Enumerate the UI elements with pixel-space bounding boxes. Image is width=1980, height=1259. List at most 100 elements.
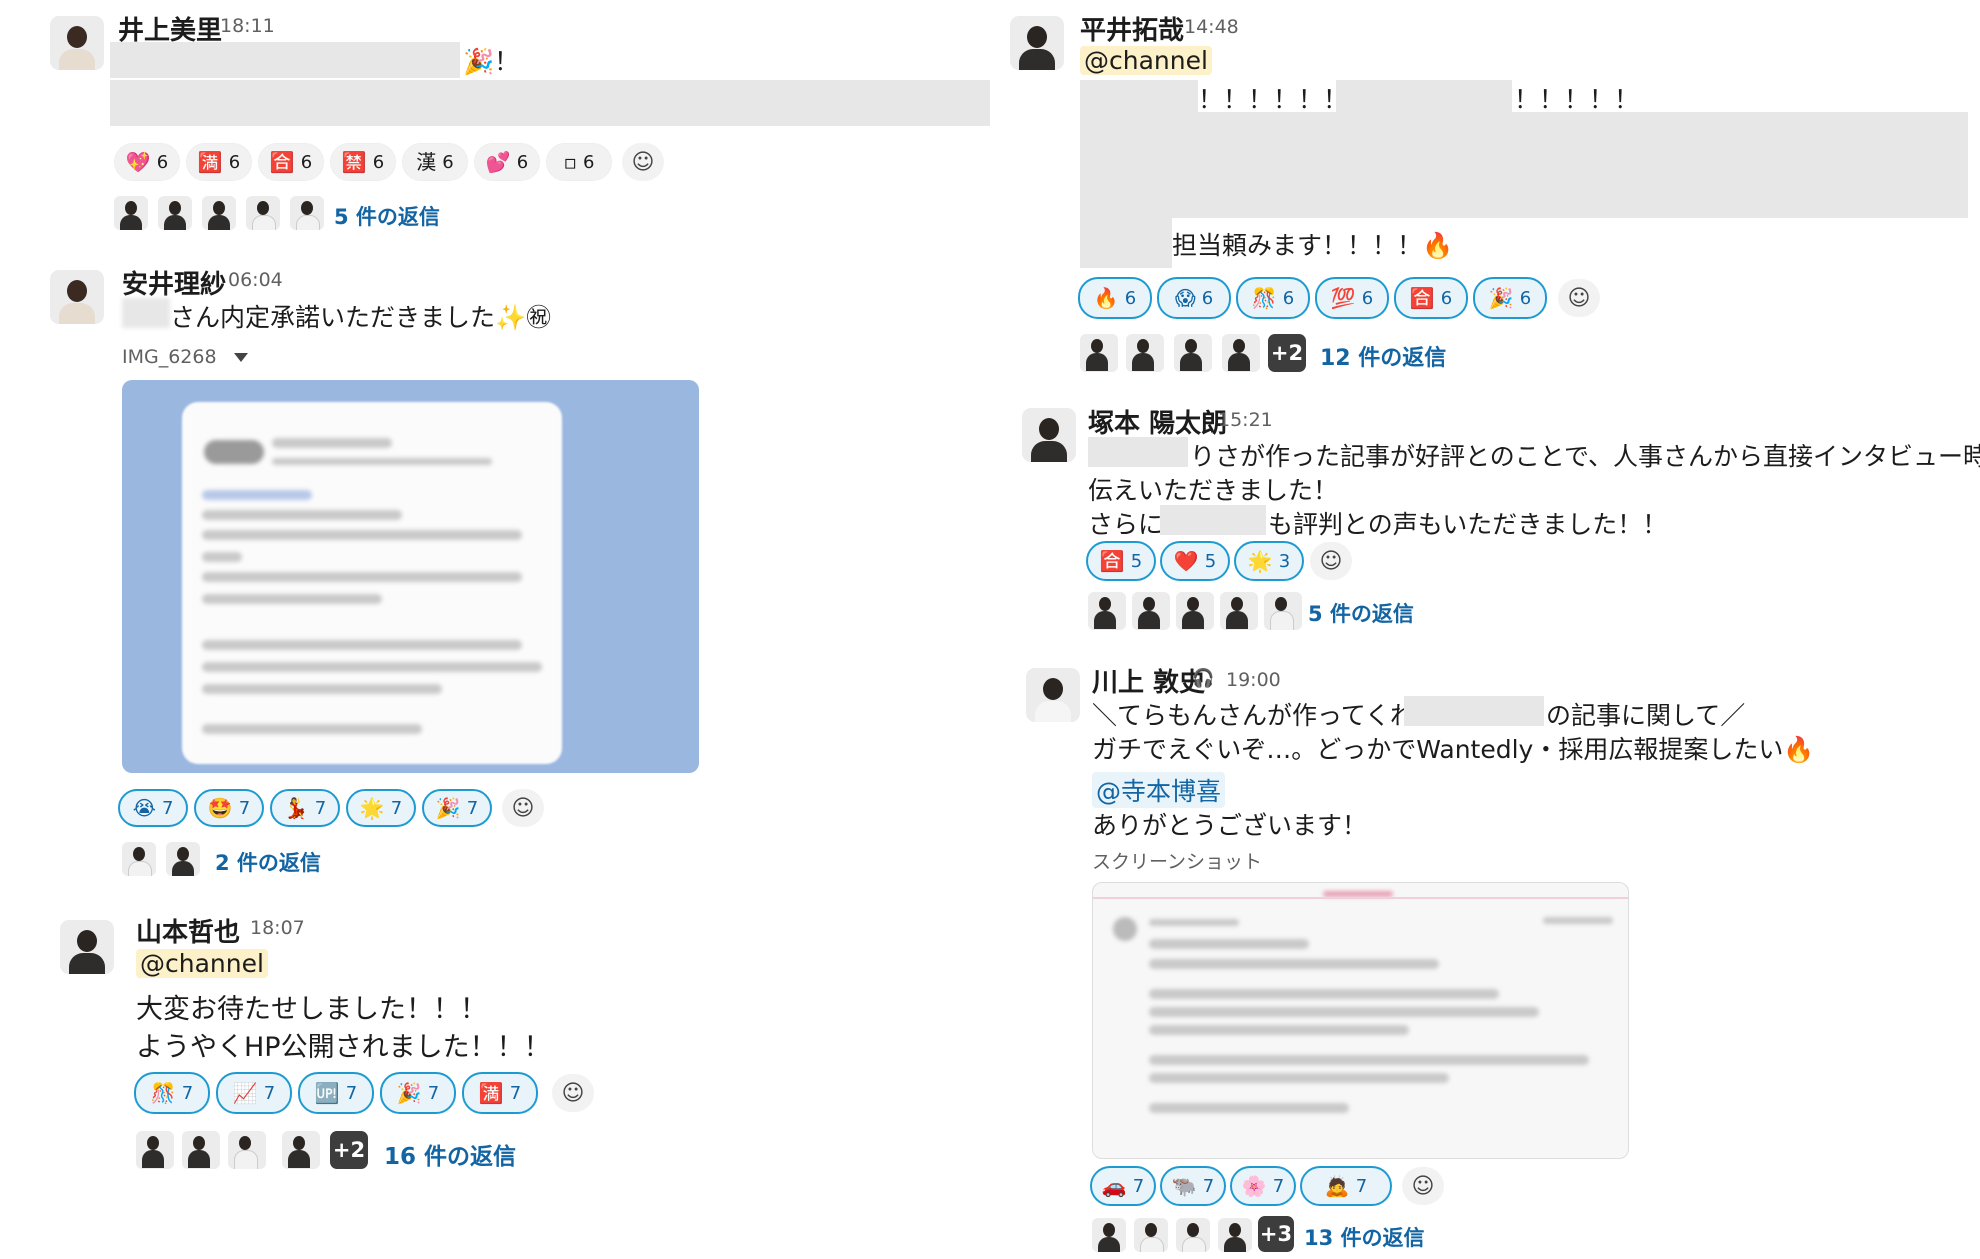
message-text: 大変お待たせしました！！！ — [136, 994, 487, 1025]
message-text: 🎉！ — [463, 47, 520, 76]
reaction[interactable]: 🈵 6 — [186, 143, 252, 181]
avatar[interactable] — [1010, 16, 1064, 70]
timestamp[interactable]: 06:04 — [228, 269, 283, 291]
reply-avatar — [1176, 1218, 1210, 1252]
author-name[interactable]: 川上 敦史 — [1092, 662, 1205, 699]
reply-avatar — [1174, 334, 1212, 372]
redacted-text — [1088, 437, 1188, 467]
author-name[interactable]: 塚本 陽太朗 — [1088, 403, 1227, 440]
redacted-text — [122, 298, 170, 328]
reaction[interactable]: 🎊 6 — [1236, 277, 1310, 319]
reaction[interactable]: 🙇 7 — [1300, 1166, 1392, 1206]
attachment-image[interactable] — [1092, 882, 1629, 1159]
avatar[interactable] — [50, 270, 104, 324]
add-reaction-icon[interactable]: ☺ — [1558, 279, 1600, 317]
add-reaction-icon[interactable]: ☺ — [622, 143, 664, 181]
chevron-down-icon[interactable] — [234, 353, 248, 362]
message-text: ようやくHP公開されました！！！ — [136, 1032, 551, 1063]
timestamp[interactable]: 18:07 — [250, 917, 305, 939]
avatar[interactable] — [50, 16, 104, 70]
reaction[interactable]: 🆙 7 — [298, 1072, 374, 1114]
avatar[interactable] — [60, 920, 114, 974]
reaction[interactable]: 🎊 7 — [134, 1072, 210, 1114]
reaction[interactable]: 🌟 3 — [1234, 541, 1304, 581]
reaction[interactable]: 😭 7 — [118, 789, 188, 827]
timestamp[interactable]: 15:21 — [1218, 409, 1273, 431]
reaction[interactable]: 🌸 7 — [1230, 1166, 1296, 1206]
reaction[interactable]: 🈴 6 — [258, 143, 324, 181]
thread-replies-link[interactable]: 16 件の返信 — [384, 1137, 516, 1171]
reaction[interactable]: 🈴 5 — [1086, 541, 1156, 581]
redacted-text — [1080, 112, 1968, 218]
message-text: ＼てらもんさんが作ってくれた — [1092, 701, 1441, 730]
message-text: ！！！！！！ — [1198, 85, 1349, 114]
redacted-text — [1336, 80, 1512, 112]
attachment-filename[interactable]: スクリーンショット — [1092, 847, 1262, 874]
reaction[interactable]: ❤️ 5 — [1160, 541, 1230, 581]
reply-avatar — [182, 1131, 220, 1169]
reaction[interactable]: 🎉 6 — [1473, 277, 1547, 319]
message-text: さらに — [1088, 510, 1164, 539]
add-reaction-icon[interactable]: ☺ — [502, 789, 544, 827]
add-reaction-icon[interactable]: ☺ — [552, 1074, 594, 1112]
reaction[interactable]: 🎉 7 — [380, 1072, 456, 1114]
reaction[interactable]: 🐃 7 — [1160, 1166, 1226, 1206]
reaction[interactable]: 漢6 — [402, 143, 468, 181]
add-reaction-icon[interactable]: ☺ — [1402, 1167, 1444, 1205]
reaction[interactable]: 🎉 7 — [422, 789, 492, 827]
channel-mention[interactable]: @channel — [1080, 46, 1212, 75]
thread-replies-link[interactable]: 12 件の返信 — [1320, 340, 1446, 372]
redacted-text — [1080, 218, 1172, 268]
reaction[interactable]: 💖 6 — [114, 143, 180, 181]
reply-avatar — [1092, 1218, 1126, 1252]
reaction[interactable]: ▫ 6 — [546, 143, 612, 181]
reaction[interactable]: 🈴 6 — [1394, 277, 1468, 319]
author-name[interactable]: 平井拓哉 — [1080, 10, 1184, 47]
reaction[interactable]: 💯 6 — [1315, 277, 1389, 319]
timestamp[interactable]: 14:48 — [1184, 16, 1239, 38]
reaction[interactable]: 🔥 6 — [1078, 277, 1152, 319]
author-name[interactable]: 安井理紗 — [122, 264, 226, 301]
reply-avatar — [290, 196, 324, 230]
avatar[interactable] — [1022, 408, 1076, 462]
add-reaction-icon[interactable]: ☺ — [1310, 542, 1352, 580]
message-text: 伝えいただきました！ — [1088, 476, 1339, 505]
reaction[interactable]: 🈵 7 — [462, 1072, 538, 1114]
reply-avatar — [1176, 592, 1214, 630]
redacted-text — [110, 42, 460, 78]
reaction[interactable]: 💃 7 — [270, 789, 340, 827]
reaction[interactable]: 🚗 7 — [1090, 1166, 1156, 1206]
message-text: 担当頼みます！！！！🔥 — [1172, 231, 1454, 260]
timestamp[interactable]: 19:00 — [1226, 669, 1281, 691]
reaction[interactable]: 😱 6 — [1157, 277, 1231, 319]
reaction[interactable]: 🤩 7 — [194, 789, 264, 827]
timestamp[interactable]: 18:11 — [220, 15, 275, 37]
reaction[interactable]: 🌟 7 — [346, 789, 416, 827]
redacted-text — [1080, 80, 1198, 112]
thread-replies-link[interactable]: 2 件の返信 — [215, 847, 321, 877]
reply-avatar — [1264, 592, 1302, 630]
attachment-image[interactable] — [122, 380, 699, 773]
author-name[interactable]: 山本哲也 — [136, 912, 240, 949]
channel-mention[interactable]: @channel — [136, 949, 268, 978]
thread-replies-link[interactable]: 13 件の返信 — [1304, 1222, 1425, 1252]
attachment-filename[interactable]: IMG_6268 — [122, 346, 217, 368]
user-mention[interactable]: @寺本博喜 — [1092, 772, 1226, 808]
reply-avatar — [122, 842, 156, 876]
reply-avatar — [1218, 1218, 1252, 1252]
reply-avatar — [158, 196, 192, 230]
message-text: ありがとうございます！ — [1092, 811, 1368, 840]
reply-avatar — [1132, 592, 1170, 630]
reaction[interactable]: 💕 6 — [474, 143, 540, 181]
reply-avatar — [114, 196, 148, 230]
thread-replies-link[interactable]: 5 件の返信 — [1308, 598, 1414, 628]
reply-avatar — [202, 196, 236, 230]
redacted-text — [1404, 696, 1544, 726]
redacted-text — [110, 80, 990, 126]
thread-replies-link[interactable]: 5 件の返信 — [334, 201, 440, 231]
message-text: さん内定承諾いただきました✨㊗ — [170, 303, 552, 332]
reaction[interactable]: 🈲 6 — [330, 143, 396, 181]
avatar[interactable] — [1026, 668, 1080, 722]
reaction[interactable]: 📈 7 — [216, 1072, 292, 1114]
reply-avatar — [1080, 334, 1118, 372]
